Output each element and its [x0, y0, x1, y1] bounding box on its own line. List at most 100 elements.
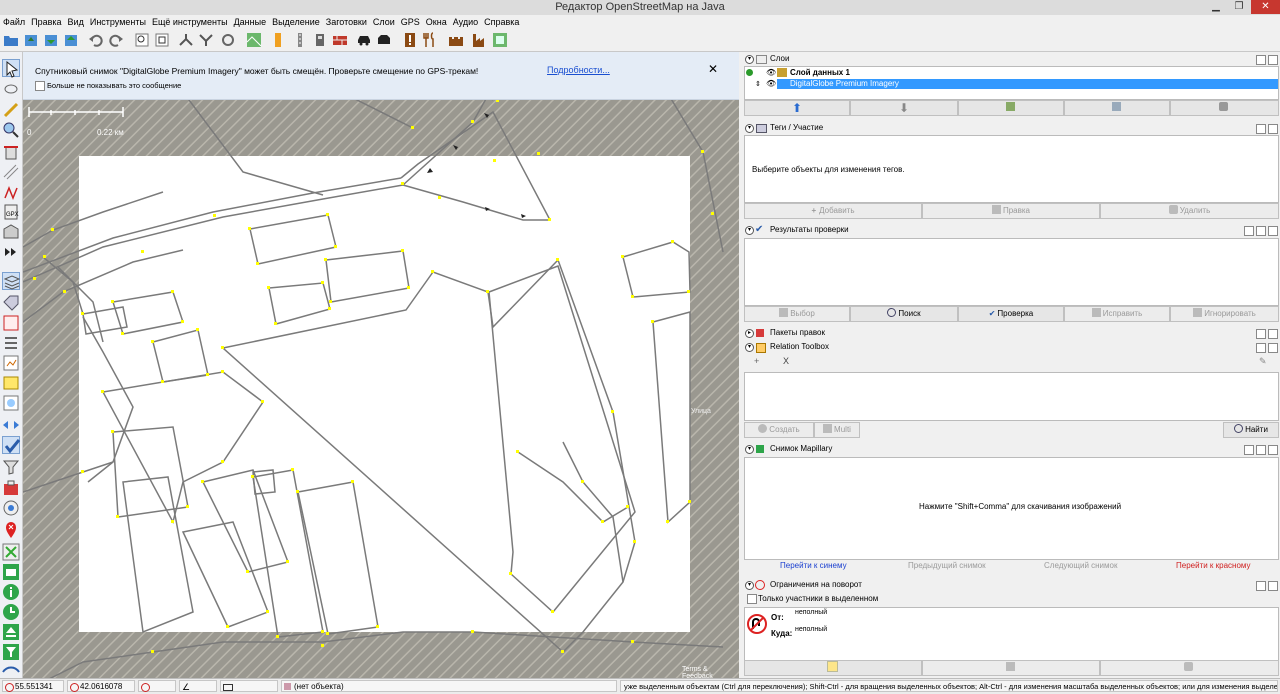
delete-tool-icon[interactable] [2, 143, 20, 161]
notice-dont-show-checkbox[interactable] [35, 81, 45, 91]
redo-icon[interactable] [108, 32, 124, 48]
restore-icon[interactable]: ❐ [1228, 0, 1250, 14]
menu-tools[interactable]: Инструменты [87, 15, 149, 29]
menu-edit[interactable]: Правка [28, 15, 64, 29]
map-paint-icon[interactable] [2, 394, 20, 412]
settings-icon[interactable] [1244, 445, 1254, 455]
add-member-icon[interactable]: + [754, 356, 759, 366]
only-selected-checkbox[interactable] [747, 594, 757, 604]
marker-icon[interactable] [2, 521, 20, 539]
validation-toggle-icon[interactable] [2, 436, 21, 454]
close-panel-icon[interactable] [1268, 581, 1278, 591]
zoom-tool-icon[interactable] [2, 121, 20, 139]
add-tag-button[interactable]: + Добавить [744, 203, 922, 219]
preset-building-icon[interactable] [270, 32, 286, 48]
tags-panel-header[interactable]: ▾ Теги / Участие [742, 122, 1280, 134]
settings-wheel-icon[interactable] [2, 499, 20, 517]
collapse-icon[interactable]: ▾ [745, 124, 754, 133]
map-canvas[interactable] [23, 52, 739, 678]
close-panel-icon[interactable] [1268, 226, 1278, 236]
detach-icon[interactable] [1256, 124, 1266, 134]
close-panel-icon[interactable] [1268, 343, 1278, 353]
detach-icon[interactable] [1256, 329, 1266, 339]
go-red-link[interactable]: Перейти к красному [1176, 560, 1251, 572]
menu-file[interactable]: Файл [0, 15, 28, 29]
visibility-eye-icon[interactable]: 👁 [766, 68, 776, 77]
notice-close-icon[interactable]: ✕ [708, 62, 718, 76]
validation-panel-header[interactable]: ▾ ✔ Результаты проверки [742, 224, 1280, 236]
filter-icon[interactable] [2, 458, 20, 476]
find-relation-button[interactable]: Найти [1223, 422, 1279, 438]
preset-barrier-icon[interactable] [312, 32, 328, 48]
settings-icon[interactable] [1244, 226, 1254, 236]
detach-icon[interactable] [1256, 55, 1266, 65]
menu-layers[interactable]: Слои [370, 15, 398, 29]
lasso-tool-icon[interactable] [2, 81, 20, 99]
fix-button[interactable]: Исправить [1064, 306, 1170, 322]
visibility-toggle-button[interactable] [1064, 100, 1170, 116]
building-tool-icon[interactable] [2, 223, 20, 241]
move-layer-up-button[interactable]: ⬆ [744, 100, 850, 116]
preferences-icon[interactable] [134, 32, 150, 48]
go-blue-link[interactable]: Перейти к синему [780, 560, 847, 572]
ignore-button[interactable]: Игнорировать [1170, 306, 1279, 322]
open-location-icon[interactable] [23, 32, 39, 48]
relation-panel-header[interactable]: ▾ Relation Toolbox [742, 341, 1280, 353]
edit-tag-button[interactable]: Правка [922, 203, 1100, 219]
download-icon[interactable] [43, 32, 59, 48]
preset-castle-icon[interactable] [448, 32, 464, 48]
edit-restriction-button[interactable] [922, 660, 1100, 676]
preset-road-icon[interactable] [292, 32, 308, 48]
preset-warning-icon[interactable] [402, 32, 418, 48]
delete-layer-button[interactable] [1170, 100, 1279, 116]
menu-gps[interactable]: GPS [398, 15, 423, 29]
validate-button[interactable]: ✔ Проверка [958, 306, 1064, 322]
collapse-icon[interactable]: ▾ [745, 581, 754, 590]
prev-image-link[interactable]: Предыдущий снимок [908, 560, 986, 572]
gps-tool-icon[interactable]: GPX [2, 203, 20, 221]
preset-vehicle-icon[interactable] [376, 32, 392, 48]
detach-icon[interactable] [1256, 226, 1266, 236]
preset-car-icon[interactable] [356, 32, 372, 48]
detach-icon[interactable] [1256, 343, 1266, 353]
preset-food-icon[interactable] [422, 32, 438, 48]
combine-way-icon[interactable] [198, 32, 214, 48]
improve-way-icon[interactable] [2, 183, 20, 201]
close-panel-icon[interactable] [1268, 445, 1278, 455]
turn-panel-header[interactable]: ▾ Ограничения на поворот [742, 579, 1280, 591]
tags-toggle-icon[interactable] [2, 294, 20, 312]
visibility-eye-icon[interactable]: 👁 [766, 79, 776, 88]
notice-details-link[interactable]: Подробности... [547, 65, 610, 75]
upload-icon[interactable] [63, 32, 79, 48]
image-viewer-icon[interactable] [2, 563, 20, 581]
info-icon[interactable] [2, 583, 20, 601]
filter-green-icon[interactable] [2, 643, 20, 661]
select-button[interactable]: Выбор [744, 306, 850, 322]
changesets-panel-header[interactable]: ▸ Пакеты правок [742, 327, 1280, 339]
collapse-icon[interactable]: ▾ [745, 226, 754, 235]
collapse-icon[interactable]: ▾ [745, 445, 754, 454]
detach-icon[interactable] [1256, 581, 1266, 591]
menu-audio[interactable]: Аудио [450, 15, 481, 29]
layers-panel-header[interactable]: ▾ Слои [742, 53, 1280, 65]
mapillary-panel-header[interactable]: ▾ Снимок Mapillary [742, 443, 1280, 455]
draw-tool-icon[interactable] [2, 101, 20, 119]
history-icon[interactable] [2, 354, 20, 372]
menu-presets[interactable]: Заготовки [323, 15, 370, 29]
preset-industry-icon[interactable] [472, 32, 488, 48]
split-way-icon[interactable] [178, 32, 194, 48]
close-panel-icon[interactable] [1268, 124, 1278, 134]
map-view[interactable]: 0 0.22 км Terms & Feedback Улица [23, 52, 739, 678]
new-restriction-button[interactable] [744, 660, 922, 676]
collapse-icon[interactable]: ▾ [745, 55, 754, 64]
selection-list-icon[interactable] [2, 334, 20, 352]
close-panel-icon[interactable] [1268, 55, 1278, 65]
map-attribution[interactable]: Terms & Feedback [682, 666, 739, 678]
close-window-icon[interactable]: ✕ [1251, 0, 1280, 14]
activate-layer-button[interactable] [958, 100, 1064, 116]
expand-icon[interactable]: ▸ [745, 329, 754, 338]
multi-button[interactable]: Multi [814, 422, 860, 438]
mapillary-toggle-icon[interactable] [2, 543, 20, 561]
select-tool-icon[interactable] [2, 59, 20, 78]
detach-icon[interactable] [1256, 445, 1266, 455]
